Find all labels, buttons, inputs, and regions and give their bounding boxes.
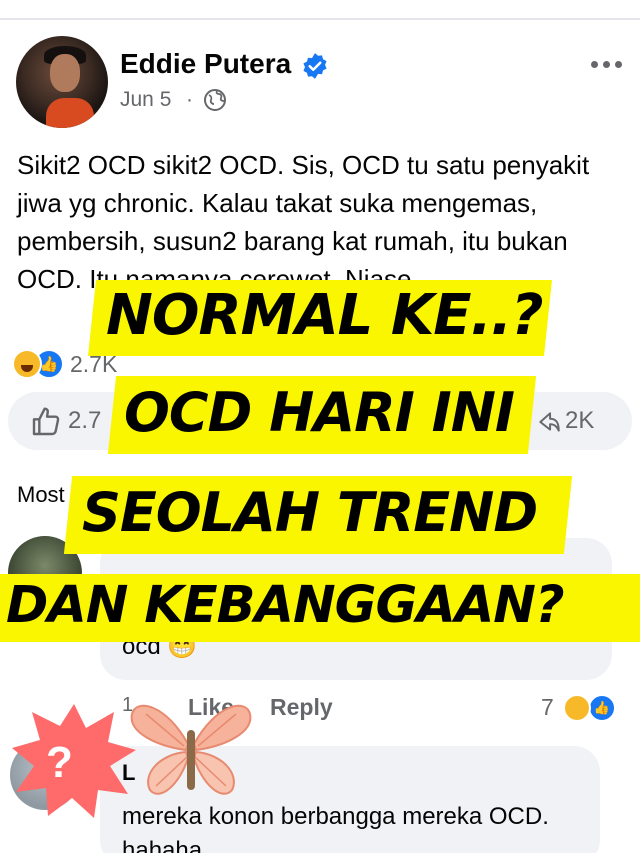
comment-reaction-count[interactable]: 7 bbox=[541, 694, 554, 721]
author-name[interactable]: Eddie Putera bbox=[120, 48, 291, 80]
author-avatar[interactable] bbox=[16, 36, 108, 128]
globe-icon bbox=[204, 89, 226, 111]
headline-line-3: SEOLAH TREND bbox=[82, 481, 538, 544]
comment-text: mereka konon berbangga mereka OCD. hahah… bbox=[122, 803, 549, 853]
question-mark-sticker: ? bbox=[46, 738, 73, 787]
post-date[interactable]: Jun 5 bbox=[120, 88, 171, 112]
verified-badge-icon bbox=[303, 53, 327, 79]
thumbs-up-icon[interactable] bbox=[30, 406, 62, 438]
more-options-icon[interactable] bbox=[588, 52, 624, 76]
share-count[interactable]: 2K bbox=[565, 407, 594, 435]
haha-reaction-icon bbox=[563, 694, 591, 722]
starburst-sticker bbox=[12, 704, 136, 818]
comment-sort-dropdown[interactable]: Most bbox=[17, 482, 65, 508]
like-reaction-icon: 👍 bbox=[588, 694, 616, 722]
like-count[interactable]: 2.7 bbox=[68, 407, 101, 435]
headline-line-1: NORMAL KE..? bbox=[106, 283, 544, 348]
comment-reply-button[interactable]: Reply bbox=[270, 694, 333, 721]
share-icon[interactable] bbox=[536, 408, 562, 436]
date-separator: · bbox=[186, 88, 193, 111]
post-body-text: Sikit2 OCD sikit2 OCD. Sis, OCD tu satu … bbox=[17, 150, 590, 294]
butterfly-sticker bbox=[130, 704, 252, 795]
top-divider bbox=[0, 18, 640, 20]
headline-line-2: OCD HARI INI bbox=[124, 381, 515, 444]
haha-reaction-icon bbox=[12, 349, 42, 379]
headline-line-4: DAN KEBANGGAAN? bbox=[6, 576, 565, 635]
